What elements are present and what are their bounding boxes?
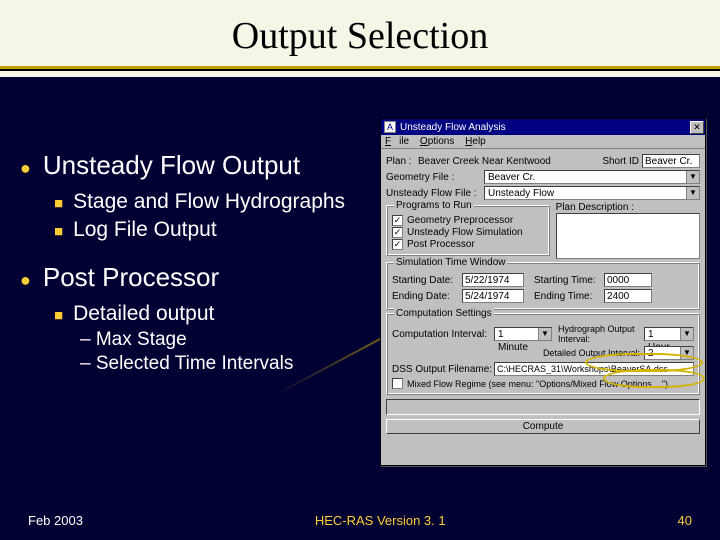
plan-desc-label: Plan Description : xyxy=(556,202,700,213)
shortid-label: Short ID xyxy=(602,156,639,167)
geometry-value: Beaver Cr. xyxy=(485,171,686,183)
detail-interval-dropdown[interactable]: 2 Hour▼ xyxy=(644,346,694,360)
comp-interval-dropdown[interactable]: 1 Minute▼ xyxy=(494,327,552,341)
bullet-icon: ● xyxy=(20,270,31,291)
comp-interval-label: Computation Interval: xyxy=(392,329,494,340)
time-window-group: Simulation Time Window Starting Date: 5/… xyxy=(386,262,700,310)
app-icon: A xyxy=(384,121,396,133)
computation-group: Computation Settings Computation Interva… xyxy=(386,313,700,395)
menu-bar: File Options Help xyxy=(381,135,705,149)
end-date-label: Ending Date: xyxy=(392,291,462,302)
bullet-text: Stage and Flow Hydrographs xyxy=(73,189,345,215)
hydro-interval-dropdown[interactable]: 1 Hour▼ xyxy=(644,327,694,341)
end-time-input[interactable]: 2400 xyxy=(604,289,652,303)
divider-cream xyxy=(0,71,720,77)
chevron-down-icon[interactable]: ▼ xyxy=(686,171,699,183)
dss-label: DSS Output Filename: xyxy=(392,364,494,375)
bullet-icon: ■ xyxy=(54,223,63,242)
bullet-icon: ■ xyxy=(54,195,63,214)
compute-button[interactable]: Compute xyxy=(386,419,700,434)
checkbox-geometry-preprocessor[interactable]: ✓Geometry Preprocessor xyxy=(392,215,544,226)
bullet-icon: ■ xyxy=(54,307,63,326)
slide-title: Output Selection xyxy=(0,0,720,66)
geometry-label: Geometry File : xyxy=(386,172,484,183)
checkbox-post-processor[interactable]: ✓Post Processor xyxy=(392,239,544,250)
flowfile-value: Unsteady Flow xyxy=(485,187,686,199)
start-date-label: Starting Date: xyxy=(392,275,462,286)
subsub-maxstage: – Max Stage xyxy=(80,329,370,351)
unsteady-flow-analysis-dialog: A Unsteady Flow Analysis ✕ File Options … xyxy=(380,118,706,466)
plan-desc-field[interactable] xyxy=(556,213,700,259)
footer-page: 40 xyxy=(678,513,692,528)
end-time-label: Ending Time: xyxy=(534,291,604,302)
detail-interval-label: Detailed Output Interval: xyxy=(543,348,640,358)
programs-group-label: Programs to Run xyxy=(394,200,474,211)
checkbox-mixed-flow[interactable]: Mixed Flow Regime (see menu: "Options/Mi… xyxy=(392,378,694,389)
time-group-label: Simulation Time Window xyxy=(394,257,507,268)
bullet-icon: ● xyxy=(20,158,31,179)
subbullet-detailed: ■ Detailed output xyxy=(54,301,370,327)
chevron-down-icon[interactable]: ▼ xyxy=(538,328,551,340)
programs-group: Programs to Run ✓Geometry Preprocessor ✓… xyxy=(386,205,550,256)
dialog-title: Unsteady Flow Analysis xyxy=(400,122,690,133)
plan-row: Plan : Beaver Creek Near Kentwood Short … xyxy=(386,154,700,168)
plan-label: Plan : xyxy=(386,156,418,167)
close-button[interactable]: ✕ xyxy=(690,121,704,134)
bullet-text: Unsteady Flow Output xyxy=(43,150,300,181)
dss-input[interactable]: C:\HECRAS_31\Workshops\BeaverSA.dss xyxy=(494,362,694,376)
chevron-down-icon[interactable]: ▼ xyxy=(686,187,699,199)
status-well xyxy=(386,399,700,415)
menu-file[interactable]: File xyxy=(385,136,409,147)
menu-help[interactable]: Help xyxy=(465,136,486,147)
end-date-input[interactable]: 5/24/1974 xyxy=(462,289,524,303)
bullet-text: Post Processor xyxy=(43,262,219,293)
hydro-interval-label: Hydrograph Output Interval: xyxy=(558,324,644,344)
subsub-intervals: – Selected Time Intervals xyxy=(80,353,370,375)
flowfile-label: Unsteady Flow File : xyxy=(386,188,484,199)
plan-value: Beaver Creek Near Kentwood xyxy=(418,156,599,167)
start-date-input[interactable]: 5/22/1974 xyxy=(462,273,524,287)
subbullet-stage: ■ Stage and Flow Hydrographs xyxy=(54,189,370,215)
geometry-dropdown[interactable]: Beaver Cr. ▼ xyxy=(484,170,700,184)
shortid-input[interactable]: Beaver Cr. xyxy=(642,154,700,168)
subbullet-log: ■ Log File Output xyxy=(54,217,370,243)
start-time-input[interactable]: 0000 xyxy=(604,273,652,287)
dialog-titlebar[interactable]: A Unsteady Flow Analysis ✕ xyxy=(381,119,705,135)
footer-date: Feb 2003 xyxy=(28,513,83,528)
comp-group-label: Computation Settings xyxy=(394,308,494,319)
menu-options[interactable]: Options xyxy=(420,136,454,147)
footer-center: HEC-RAS Version 3. 1 xyxy=(315,513,446,528)
bullet-postprocessor: ● Post Processor xyxy=(20,262,370,293)
flowfile-dropdown[interactable]: Unsteady Flow ▼ xyxy=(484,186,700,200)
chevron-down-icon[interactable]: ▼ xyxy=(680,328,693,340)
bullet-text: Log File Output xyxy=(73,217,217,243)
slide-footer: Feb 2003 HEC-RAS Version 3. 1 40 xyxy=(0,513,720,528)
checkbox-unsteady-flow-sim[interactable]: ✓Unsteady Flow Simulation xyxy=(392,227,544,238)
bullet-unsteady: ● Unsteady Flow Output xyxy=(20,150,370,181)
chevron-down-icon[interactable]: ▼ xyxy=(680,347,693,359)
start-time-label: Starting Time: xyxy=(534,275,604,286)
bullet-text: Detailed output xyxy=(73,301,214,327)
slide-body: ● Unsteady Flow Output ■ Stage and Flow … xyxy=(20,132,370,377)
